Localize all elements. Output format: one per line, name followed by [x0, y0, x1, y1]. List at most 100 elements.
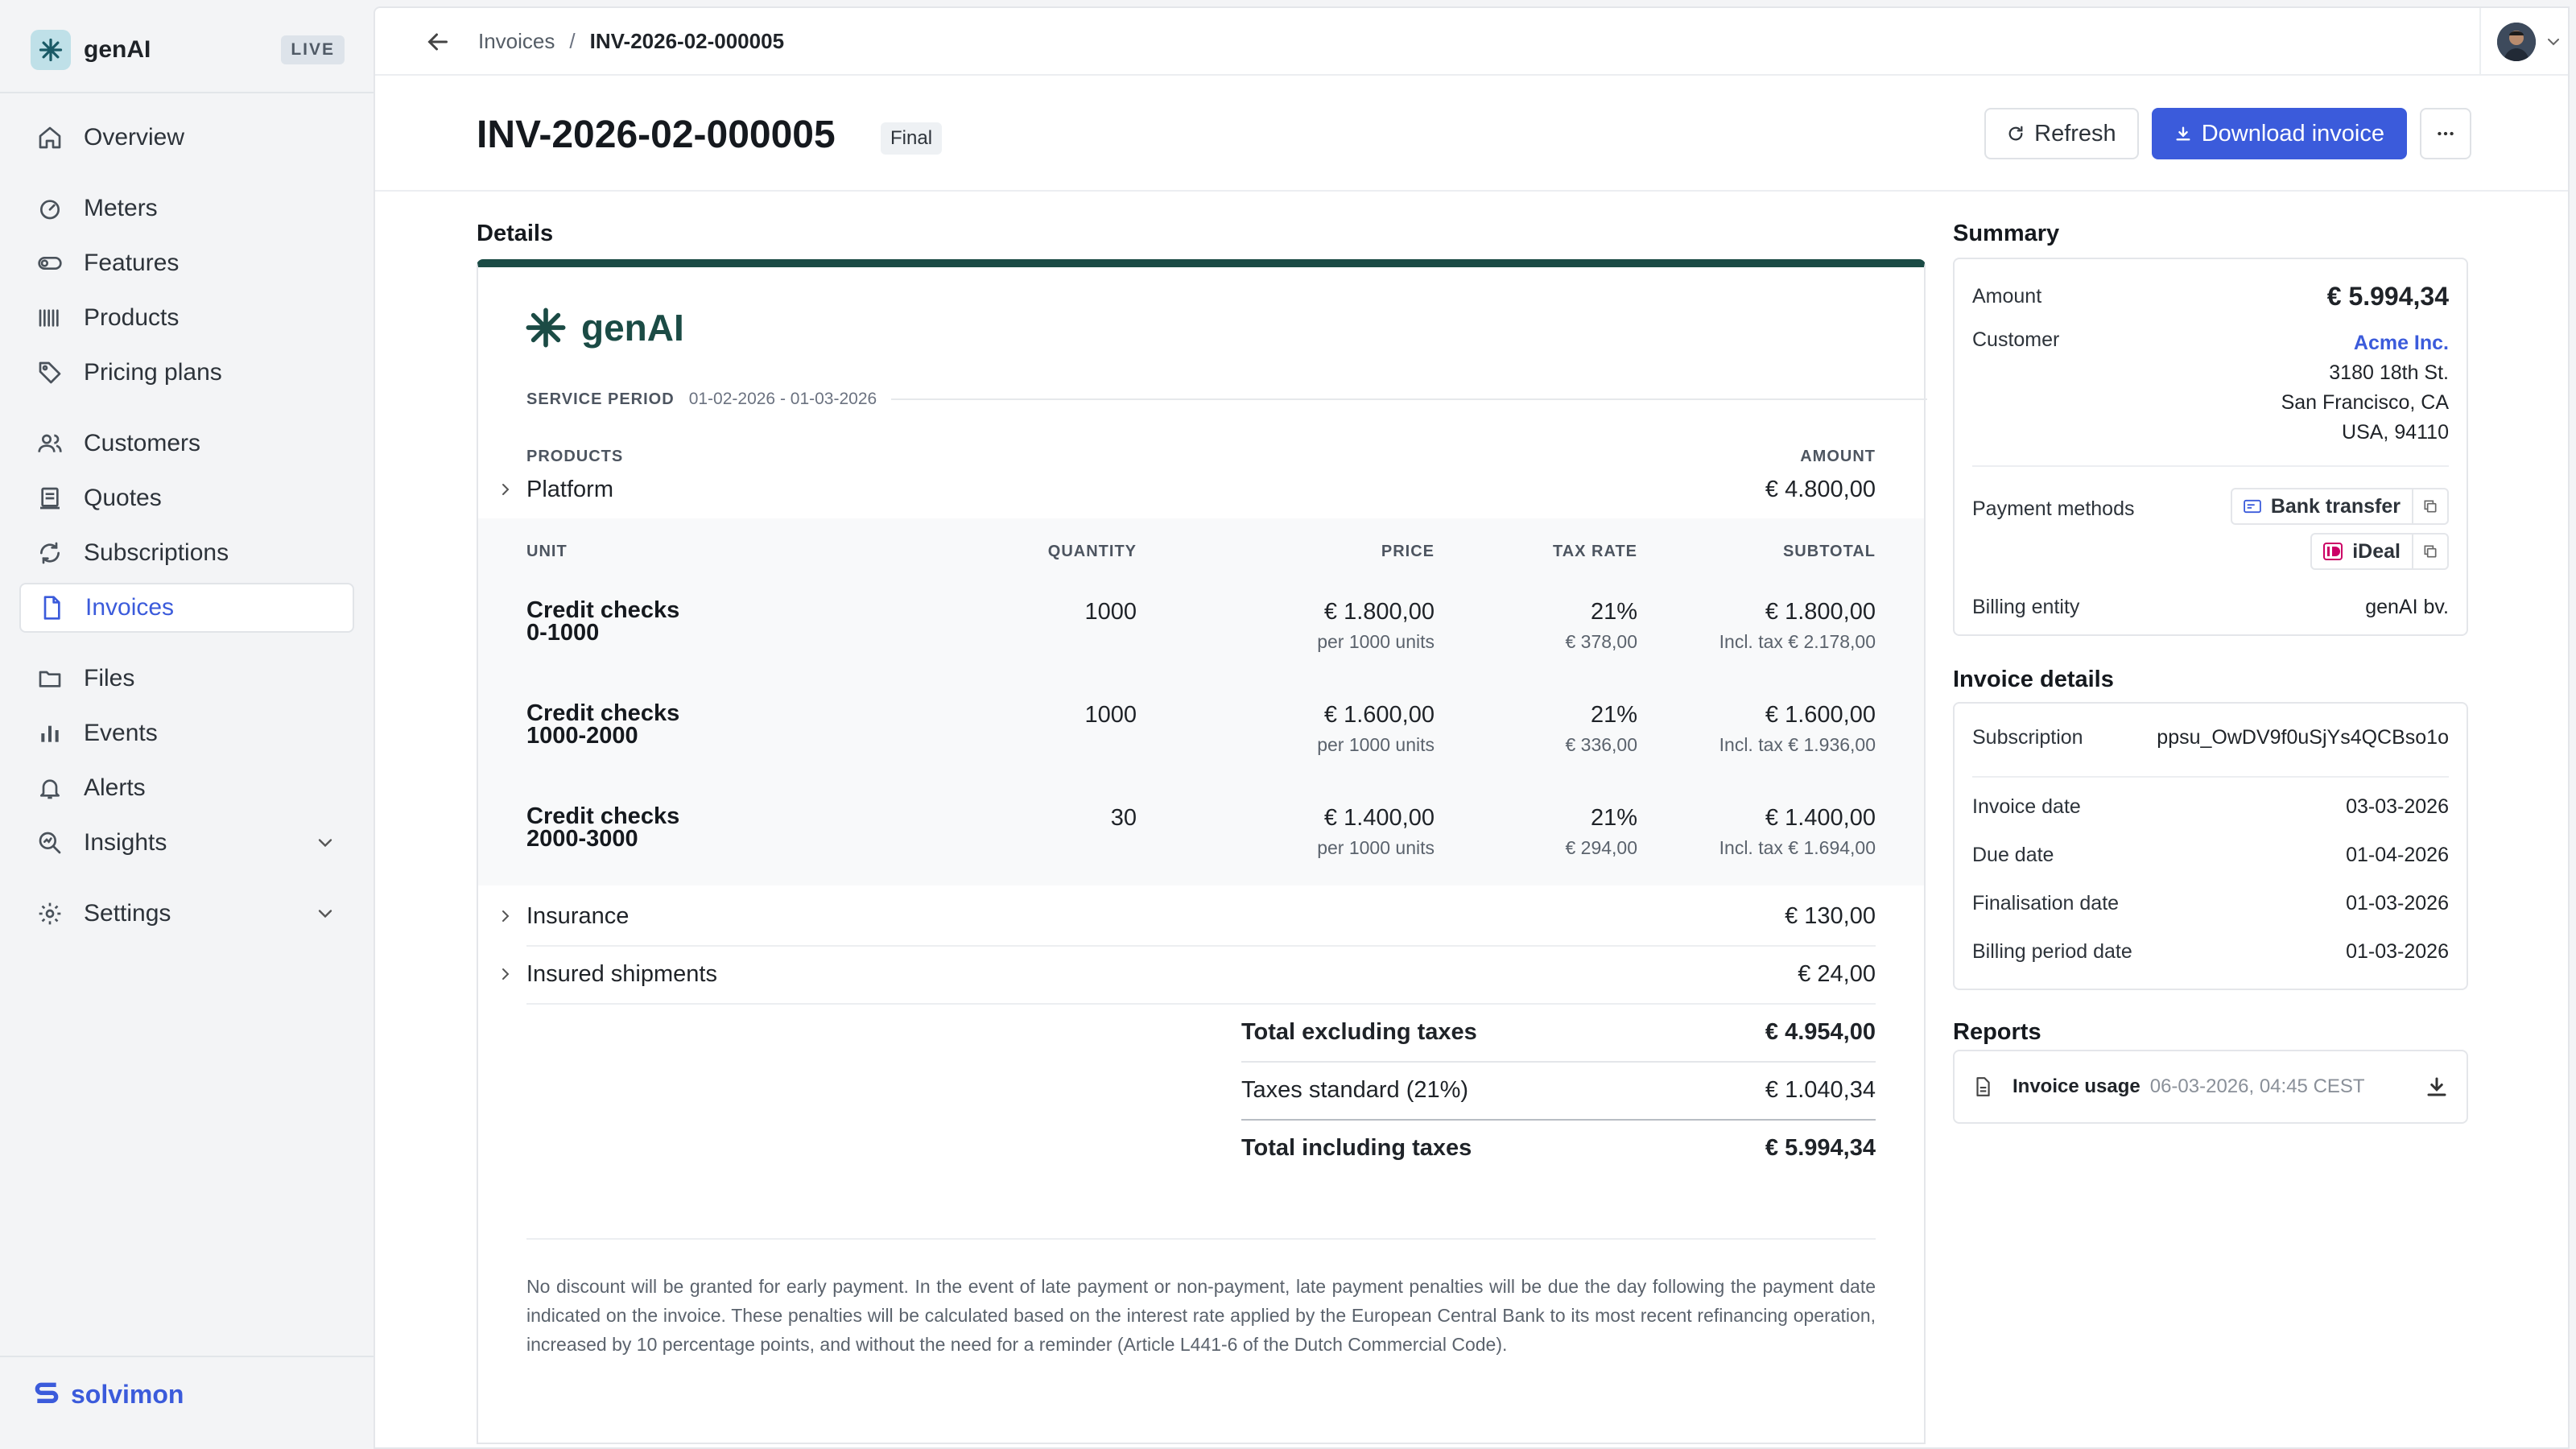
- sidebar-item-files[interactable]: Files: [19, 654, 354, 704]
- invoice-preview: genAI SERVICE PERIOD 01-02-2026 - 01-03-…: [477, 259, 1927, 1444]
- toggle-icon: [38, 257, 62, 270]
- sidebar-item-events[interactable]: Events: [19, 708, 354, 758]
- sidebar-item-insights[interactable]: Insights: [19, 818, 354, 868]
- sidebar-item-overview[interactable]: Overview: [19, 113, 354, 163]
- breadcrumb-invoices-link[interactable]: Invoices: [478, 29, 555, 54]
- sidebar-item-alerts[interactable]: Alerts: [19, 763, 354, 813]
- refresh-cycle-icon: [40, 542, 60, 564]
- unit-name-line1: Credit checks: [526, 597, 680, 623]
- detail-finalisation-date: Finalisation date 01-03-2026: [1972, 892, 2449, 915]
- sidebar-item-invoices[interactable]: Invoices: [19, 583, 354, 633]
- amount-value: € 5.994,34: [2326, 282, 2449, 311]
- refresh-label: Refresh: [2034, 120, 2116, 147]
- solvimon-logo: solvimon: [31, 1378, 184, 1410]
- home-icon: [39, 126, 61, 149]
- sidebar-item-label: Overview: [84, 124, 185, 151]
- address-line: San Francisco, CA: [2281, 391, 2449, 414]
- service-period-divider: [891, 398, 1927, 400]
- product-row-insured-shipments[interactable]: Insured shipments € 24,00: [478, 945, 1924, 1003]
- sidebar-divider: [0, 92, 374, 93]
- summary-heading: Summary: [1953, 221, 2060, 246]
- receipt-icon: [40, 487, 60, 510]
- search-insight-icon: [39, 832, 61, 854]
- total-incl-label: Total including taxes: [1241, 1134, 1472, 1161]
- sidebar-item-label: Files: [84, 665, 135, 691]
- more-actions-button[interactable]: [2420, 108, 2471, 159]
- customer-link[interactable]: Acme Inc.: [2281, 328, 2449, 358]
- bell-icon: [40, 779, 60, 799]
- unit-tax-rate: 21%: [1590, 805, 1637, 831]
- payment-method-ideal: iDeal: [2310, 533, 2449, 570]
- main-panel: Invoices / INV-2026-02-000005 INV-2026-0…: [374, 6, 2570, 1449]
- product-row-insurance[interactable]: Insurance € 130,00: [478, 887, 1924, 945]
- download-icon: [2176, 126, 2190, 141]
- download-invoice-label: Download invoice: [2201, 120, 2384, 147]
- tax-value: € 1.040,34: [1765, 1076, 1876, 1103]
- unit-name: Credit checks 0-1000: [526, 597, 680, 645]
- sidebar-item-label: Meters: [84, 195, 158, 221]
- chevron-down-icon[interactable]: [314, 902, 336, 925]
- avatar: [2497, 23, 2536, 61]
- sidebar-item-label: Quotes: [84, 485, 162, 511]
- unit-quantity: 1000: [1084, 702, 1137, 728]
- folder-icon: [39, 671, 61, 687]
- product-amount: € 24,00: [1798, 960, 1876, 987]
- due-date-label: Due date: [1972, 844, 2054, 866]
- copy-button[interactable]: [2412, 535, 2447, 568]
- unit-breakdown-table: UNIT QUANTITY PRICE TAX RATE SUBTOTAL Cr…: [478, 518, 1924, 886]
- summary-panel: Amount € 5.994,34 Customer Acme Inc. 318…: [1953, 258, 2468, 636]
- sidebar-item-customers[interactable]: Customers: [19, 419, 354, 469]
- sidebar-item-features[interactable]: Features: [19, 238, 354, 288]
- download-invoice-button[interactable]: Download invoice: [2151, 108, 2407, 159]
- ideal-chip[interactable]: iDeal: [2312, 535, 2412, 568]
- breadcrumb-separator: /: [569, 29, 576, 53]
- invoice-date-value: 03-03-2026: [2346, 795, 2449, 818]
- unit-price-basis: per 1000 units: [1317, 837, 1435, 858]
- copy-button[interactable]: [2412, 489, 2447, 523]
- unit-price-basis: per 1000 units: [1317, 631, 1435, 652]
- report-item[interactable]: Invoice usage 06-03-2026, 04:45 CEST: [1972, 1071, 2449, 1103]
- payment-method-label: Bank transfer: [2270, 494, 2401, 518]
- service-period-value: 01-02-2026 - 01-03-2026: [688, 390, 877, 408]
- invoice-details-panel: Subscription ppsu_OwDV9f0uSjYs4QCBso1o I…: [1953, 702, 2468, 990]
- tag-icon: [39, 361, 61, 384]
- due-date-value: 01-04-2026: [2346, 844, 2449, 866]
- status-badge: Final: [881, 122, 943, 155]
- breadcrumb: Invoices / INV-2026-02-000005: [478, 29, 784, 54]
- product-row-platform[interactable]: Platform € 4.800,00: [478, 460, 1924, 518]
- sidebar: genAI LIVE Overview Meters Features Prod…: [0, 0, 374, 1449]
- amount-label: Amount: [1972, 285, 2042, 308]
- environment-badge: LIVE: [281, 35, 345, 64]
- chevron-down-icon[interactable]: [314, 832, 336, 854]
- bank-transfer-chip[interactable]: Bank transfer: [2232, 489, 2412, 523]
- subscription-link[interactable]: ppsu_OwDV9f0uSjYs4QCBso1o: [2157, 726, 2449, 749]
- product-name: Insurance: [526, 902, 630, 929]
- summary-amount: Amount € 5.994,34: [1972, 282, 2449, 312]
- subscription-label: Subscription: [1972, 726, 2083, 749]
- sidebar-item-meters[interactable]: Meters: [19, 184, 354, 233]
- chevron-right-icon: [502, 484, 510, 495]
- product-amount: € 130,00: [1785, 902, 1876, 929]
- billing-period-date-value: 01-03-2026: [2346, 940, 2449, 963]
- unit-tax-amount: € 294,00: [1565, 837, 1637, 858]
- sidebar-item-label: Invoices: [85, 594, 175, 621]
- address-line: USA, 94110: [2342, 421, 2449, 444]
- sidebar-item-settings[interactable]: Settings: [19, 889, 354, 939]
- back-arrow-icon[interactable]: [423, 27, 452, 56]
- bank-card-icon: [2244, 499, 2261, 514]
- total-excl-label: Total excluding taxes: [1241, 1018, 1477, 1045]
- finalisation-date-label: Finalisation date: [1972, 892, 2120, 914]
- refresh-button[interactable]: Refresh: [1984, 108, 2139, 159]
- invoice-logo-text: genAI: [581, 307, 684, 349]
- workspace-switcher[interactable]: genAI LIVE: [31, 29, 345, 71]
- reports-panel: Invoice usage 06-03-2026, 04:45 CEST: [1953, 1050, 2468, 1124]
- download-icon[interactable]: [2425, 1075, 2449, 1099]
- sidebar-item-pricing-plans[interactable]: Pricing plans: [19, 348, 354, 398]
- sidebar-item-quotes[interactable]: Quotes: [19, 473, 354, 523]
- user-menu[interactable]: [2479, 8, 2568, 76]
- sidebar-item-subscriptions[interactable]: Subscriptions: [19, 528, 354, 578]
- payment-methods-label: Payment methods: [1972, 497, 2135, 520]
- sidebar-item-products[interactable]: Products: [19, 293, 354, 343]
- invoice-date-label: Invoice date: [1972, 795, 2081, 818]
- tax-rate-column-header: TAX RATE: [1552, 543, 1637, 560]
